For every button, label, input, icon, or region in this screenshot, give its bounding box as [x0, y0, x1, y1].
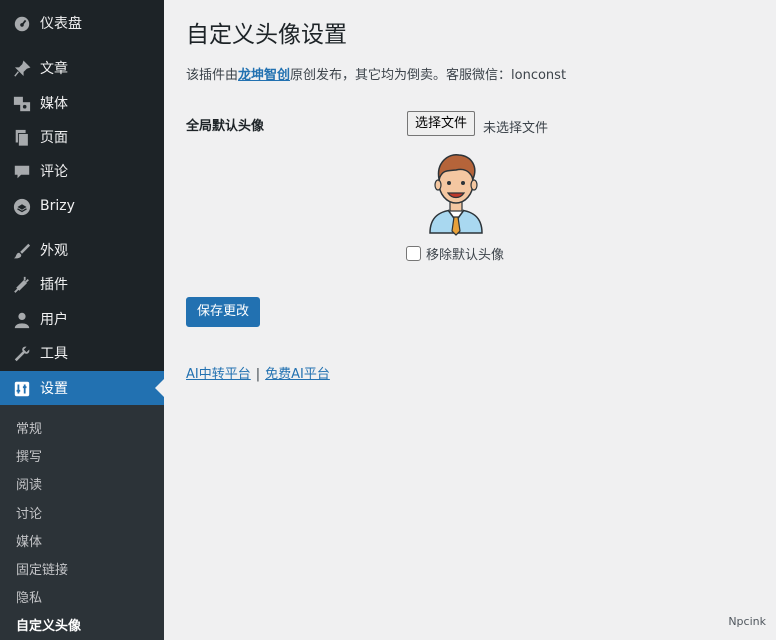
menu-label: 工具 [40, 346, 68, 362]
page-icon [12, 128, 32, 148]
wrench-icon [12, 344, 32, 364]
menu-label: 仪表盘 [40, 16, 82, 32]
plugin-intro: 该插件由龙坤智创原创发布，其它均为倒卖。客服微信：lonconst [186, 64, 566, 83]
user-icon [12, 310, 32, 330]
avatar-icon [426, 147, 486, 237]
footer-brand: Npcink [728, 615, 766, 628]
brizy-icon [12, 197, 32, 217]
dashboard-icon [12, 14, 32, 34]
menu-label: 用户 [40, 312, 68, 328]
submenu-item-permalinks[interactable]: 固定链接 [16, 559, 68, 578]
free-ai-link[interactable]: 免费AI平台 [265, 367, 330, 382]
menu-item-comments[interactable]: 评论 [0, 154, 164, 188]
menu-label: 评论 [40, 164, 68, 180]
menu-item-tools[interactable]: 工具 [0, 336, 164, 370]
footer-links: AI中转平台 | 免费AI平台 [186, 363, 330, 382]
ai-relay-link[interactable]: AI中转平台 [186, 367, 251, 382]
submenu-item-custom-avatar[interactable]: 自定义头像 [16, 615, 81, 634]
remove-default-row: 移除默认头像 [406, 244, 504, 263]
menu-item-settings[interactable]: 设置 [0, 371, 164, 405]
link-separator: | [255, 367, 261, 382]
submenu-item-privacy[interactable]: 隐私 [16, 587, 42, 606]
remove-default-label[interactable]: 移除默认头像 [426, 244, 504, 263]
admin-menu: 仪表盘 文章 媒体 页面 评论 Brizy 外观 插件 用户 工具 设置 常规 … [0, 0, 164, 640]
media-icon [12, 94, 32, 114]
menu-item-appearance[interactable]: 外观 [0, 233, 164, 267]
menu-label: 媒体 [40, 96, 68, 112]
submenu-item-general[interactable]: 常规 [16, 418, 42, 437]
comment-icon [12, 162, 32, 182]
submenu-item-reading[interactable]: 阅读 [16, 474, 42, 493]
pushpin-icon [12, 59, 32, 79]
menu-label: 页面 [40, 130, 68, 146]
choose-file-button[interactable]: 选择文件 [407, 111, 476, 136]
intro-suffix: 原创发布，其它均为倒卖。客服微信：lonconst [290, 68, 567, 83]
settings-submenu: 常规 撰写 阅读 讨论 媒体 固定链接 隐私 自定义头像 [0, 405, 164, 640]
menu-item-users[interactable]: 用户 [0, 302, 164, 336]
menu-label: 外观 [40, 243, 68, 259]
main-content: 自定义头像设置 该插件由龙坤智创原创发布，其它均为倒卖。客服微信：loncons… [164, 0, 776, 640]
plugin-icon [12, 275, 32, 295]
page-title: 自定义头像设置 [186, 22, 347, 48]
submenu-item-media[interactable]: 媒体 [16, 531, 42, 550]
remove-default-checkbox[interactable] [406, 246, 421, 261]
brush-icon [12, 241, 32, 261]
menu-label: 文章 [40, 61, 68, 77]
menu-item-plugins[interactable]: 插件 [0, 267, 164, 301]
menu-label: Brizy [40, 198, 75, 214]
menu-label: 插件 [40, 277, 68, 293]
save-changes-button[interactable]: 保存更改 [186, 297, 260, 327]
file-status: 未选择文件 [483, 121, 549, 136]
author-link[interactable]: 龙坤智创 [238, 68, 290, 83]
submenu-item-writing[interactable]: 撰写 [16, 446, 42, 465]
default-avatar-label: 全局默认头像 [186, 119, 265, 134]
menu-item-brizy[interactable]: Brizy [0, 189, 164, 223]
menu-item-media[interactable]: 媒体 [0, 86, 164, 120]
submenu-item-discussion[interactable]: 讨论 [16, 503, 42, 522]
settings-icon [12, 379, 32, 399]
intro-prefix: 该插件由 [186, 68, 239, 83]
menu-item-pages[interactable]: 页面 [0, 120, 164, 154]
menu-item-posts[interactable]: 文章 [0, 51, 164, 85]
menu-label: 设置 [40, 381, 68, 397]
menu-item-dashboard[interactable]: 仪表盘 [0, 6, 164, 40]
